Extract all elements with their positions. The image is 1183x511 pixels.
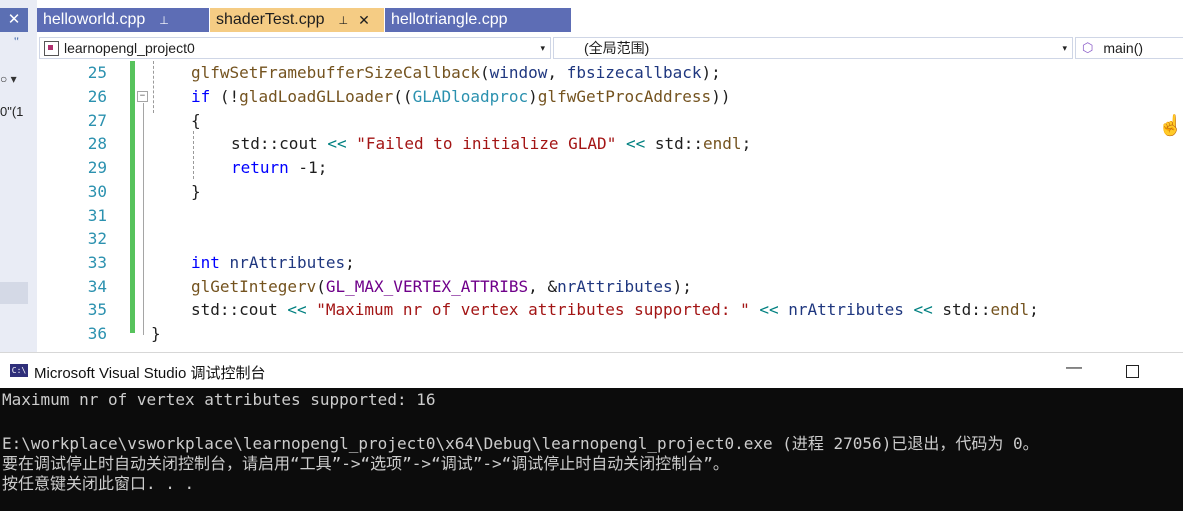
code-line-34: glGetIntegerv(GL_MAX_VERTEX_ATTRIBS, &nr…: [191, 277, 692, 296]
line-number: 31: [87, 206, 107, 225]
change-indicator-bar: [130, 61, 135, 333]
function-cube-icon: ⬡: [1082, 40, 1094, 55]
code-editor[interactable]: 25 26 27 28 29 30 31 32 33 34 35 36 − gl…: [37, 61, 1183, 352]
tab-label: helloworld.cpp: [43, 11, 146, 28]
left-panel-selection[interactable]: [0, 282, 28, 304]
minimize-button[interactable]: —: [1062, 359, 1086, 383]
line-number: 32: [87, 229, 107, 248]
console-line: 按任意键关闭此窗口. . .: [2, 474, 195, 493]
console-app-icon: C:\: [10, 364, 28, 377]
document-tab-bar: helloworld.cpp ⊥ shaderTest.cpp ⊥ ✕ hell…: [37, 0, 1183, 34]
console-titlebar: C:\ Microsoft Visual Studio 调试控制台 —: [0, 352, 1183, 389]
code-line-28: std::cout << "Failed to initialize GLAD"…: [231, 134, 752, 153]
line-number: 28: [87, 134, 107, 153]
console-output[interactable]: Maximum nr of vertex attributes supporte…: [0, 388, 1183, 511]
code-line-35: std::cout << "Maximum nr of vertex attri…: [191, 300, 1039, 319]
close-tab-icon[interactable]: ✕: [358, 12, 370, 29]
chevron-down-icon: ▾: [540, 42, 545, 53]
code-line-30: }: [191, 182, 201, 201]
line-number: 30: [87, 182, 107, 201]
tab-helloworld[interactable]: helloworld.cpp ⊥: [37, 8, 209, 32]
code-line-27: {: [191, 111, 201, 130]
line-number: 27: [87, 111, 107, 130]
chevron-down-icon: ▾: [1062, 42, 1067, 53]
pin-icon[interactable]: ⊥: [339, 14, 349, 27]
close-icon[interactable]: ✕: [0, 8, 28, 32]
project-icon: [44, 40, 59, 56]
line-number: 36: [87, 324, 107, 343]
pin-icon[interactable]: ⊥: [159, 14, 169, 27]
line-number: 35: [87, 300, 107, 319]
line-number: 25: [87, 63, 107, 82]
hand-cursor-icon: ☝: [1158, 115, 1183, 137]
scope-dropdown[interactable]: (全局范围) ▾: [553, 37, 1073, 59]
code-line-33: int nrAttributes;: [191, 253, 355, 272]
line-number: 33: [87, 253, 107, 272]
tab-label: shaderTest.cpp: [216, 11, 325, 28]
pin-marks: ‛‛: [14, 36, 19, 48]
fold-region-line: [143, 103, 144, 335]
tab-label: hellotriangle.cpp: [391, 11, 508, 28]
project-name: learnopengl_project0: [64, 40, 195, 56]
code-line-36: }: [151, 324, 161, 343]
line-number: 34: [87, 277, 107, 296]
console-title: Microsoft Visual Studio 调试控制台: [34, 365, 266, 382]
indent-guide: [153, 61, 154, 113]
collapse-icon[interactable]: −: [137, 91, 148, 102]
project-dropdown[interactable]: learnopengl_project0 ▾: [39, 37, 551, 59]
code-line-29: return -1;: [231, 158, 328, 177]
console-line: Maximum nr of vertex attributes supporte…: [2, 390, 436, 409]
maximize-button[interactable]: [1126, 365, 1139, 378]
member-name: main(): [1103, 40, 1144, 56]
scope-name: (全局范围): [584, 40, 650, 56]
tab-hellotriangle[interactable]: hellotriangle.cpp: [385, 8, 571, 32]
line-number: 29: [87, 158, 107, 177]
navigation-bar: learnopengl_project0 ▾ (全局范围) ▾ ⬡ main(): [37, 34, 1183, 62]
left-panel: ✕ ‛‛ ○ ▾ 0"(1: [0, 0, 38, 352]
member-dropdown[interactable]: ⬡ main(): [1075, 37, 1183, 59]
line-number: 26: [87, 87, 107, 106]
left-panel-text: 0"(1: [0, 104, 24, 119]
left-dropdown[interactable]: ○ ▾: [0, 72, 28, 90]
indent-guide: [193, 131, 194, 179]
code-line-25: glfwSetFramebufferSizeCallback(window, f…: [191, 63, 721, 82]
tab-shadertest[interactable]: shaderTest.cpp ⊥ ✕: [210, 8, 384, 32]
code-line-26: if (!gladLoadGLLoader((GLADloadproc)glfw…: [191, 87, 731, 106]
